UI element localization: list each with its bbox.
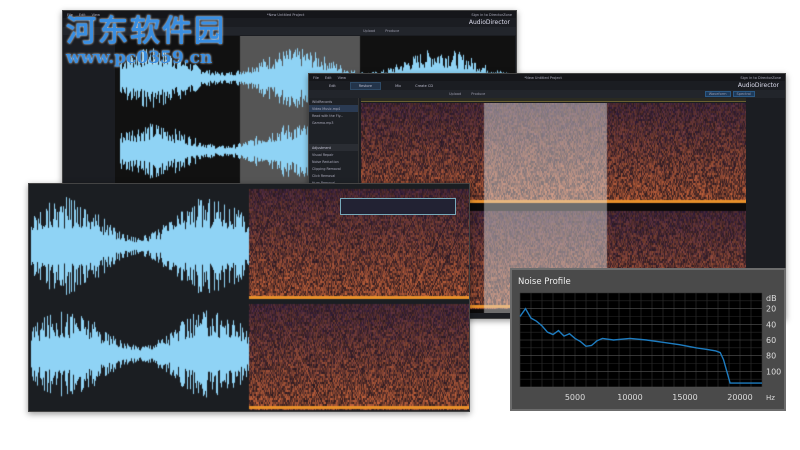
produce-button[interactable]: Produce (385, 29, 399, 33)
tab-bar: Edit Restore Mix Create CD AudioDirector (309, 81, 785, 90)
sign-in-link[interactable]: Sign in to DirectorZone (740, 76, 781, 80)
toolbar: Upload Produce Waveform Spectral (309, 90, 785, 98)
menu-edit[interactable]: Edit (325, 76, 332, 80)
menu-file[interactable]: File (313, 76, 319, 80)
x-axis-label: Hz (766, 394, 775, 402)
spectral-view-button[interactable]: Spectral (732, 91, 755, 97)
adjustment-header: Adjustment (309, 144, 358, 151)
x-tick-label: 5000 (565, 393, 585, 402)
upload-button[interactable]: Upload (449, 92, 461, 96)
library-item[interactable]: Video Music.mp4 (309, 105, 358, 112)
waveform-view-button[interactable]: Waveform (704, 91, 731, 97)
library-item[interactable]: Read with the Fly... (309, 112, 358, 119)
menu-view[interactable]: View (338, 76, 346, 80)
watermark: 河东软件园 www.pc0359.cn (4, 6, 226, 68)
sign-in-link[interactable]: Sign in to DirectorZone (471, 13, 512, 17)
adjustment-noise-reduction[interactable]: Noise Reduction (309, 158, 358, 165)
watermark-title: 河东软件园 (66, 14, 226, 49)
waveform-spectral-view[interactable] (29, 184, 469, 411)
tab-edit[interactable]: Edit (329, 84, 336, 88)
y-tick-label: 20 (766, 305, 776, 314)
x-tick-label: 10000 (617, 393, 642, 402)
title-bar: File Edit View *New Untitled Project Sig… (309, 74, 785, 81)
y-tick-label: 40 (766, 320, 776, 329)
view-mode-switcher[interactable] (340, 198, 456, 215)
tab-restore[interactable]: Restore (349, 81, 382, 90)
x-tick-label: 15000 (672, 393, 697, 402)
upload-button[interactable]: Upload (363, 29, 375, 33)
brand-logo: AudioDirector (737, 82, 779, 89)
adjustment-visual-repair[interactable]: Visual Repair (309, 151, 358, 158)
library-item[interactable]: Gamma.mp3 (309, 119, 358, 126)
window-title: *New Untitled Project (524, 75, 562, 80)
adjustment-clipping-removal[interactable]: Clipping Removal (309, 165, 358, 172)
brand-logo: AudioDirector (468, 19, 510, 26)
noise-profile-chart: 5000 10000 15000 20000 20 40 60 80 100 dB Hz (519, 292, 781, 402)
watermark-url: www.pc0359.cn (66, 48, 213, 68)
x-tick-label: 20000 (727, 393, 752, 402)
library-item[interactable]: WildRecords (309, 98, 358, 105)
adjustment-click-removal[interactable]: Click Removal (309, 172, 358, 179)
y-axis-label: dB (766, 294, 777, 303)
tab-create-cd[interactable]: Create CD (415, 84, 433, 88)
produce-button[interactable]: Produce (471, 92, 485, 96)
tab-mix[interactable]: Mix (395, 84, 401, 88)
y-tick-label: 60 (766, 336, 776, 345)
y-tick-label: 80 (766, 352, 776, 361)
timeline-ruler[interactable] (361, 98, 746, 102)
noise-profile-panel: Noise Profile 5000 10000 15000 20000 20 40 60 8… (510, 268, 786, 411)
waveform-spectral-comparison (28, 183, 470, 412)
y-tick-label: 100 (766, 367, 781, 376)
